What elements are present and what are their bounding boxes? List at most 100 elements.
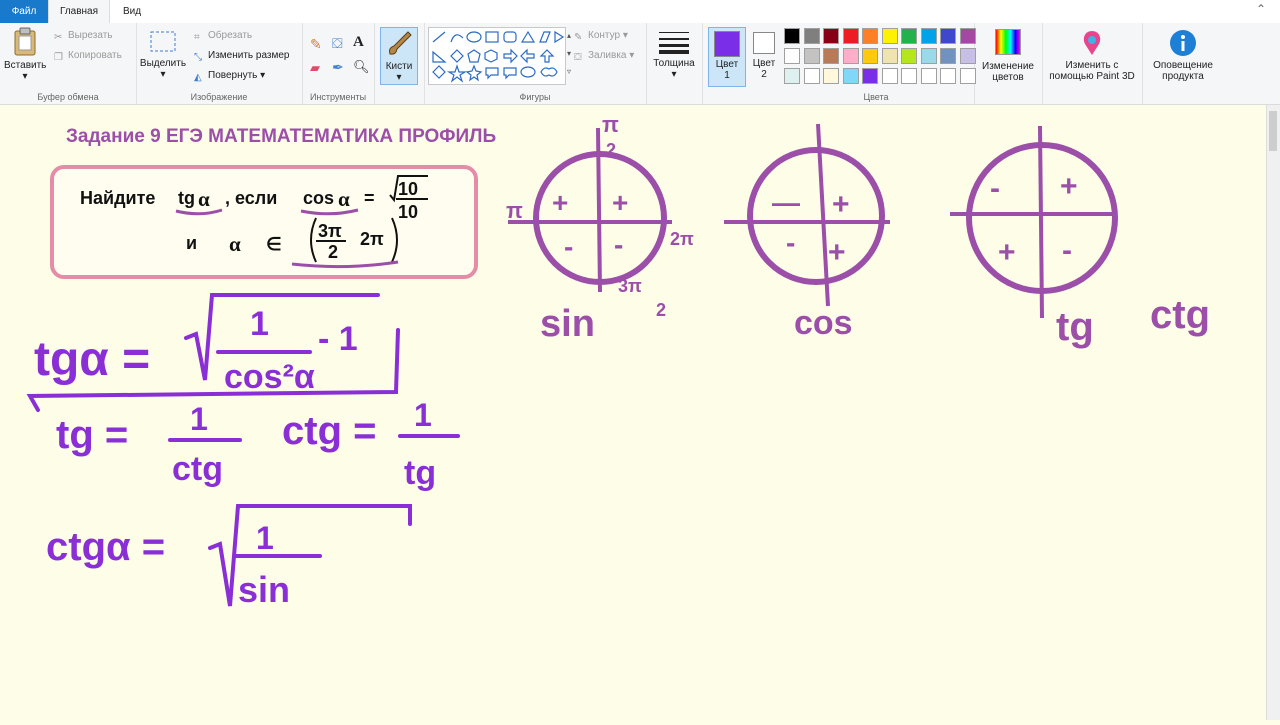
color-swatch[interactable] bbox=[842, 28, 859, 44]
task-if: , если bbox=[225, 188, 277, 208]
group-label-tools: Инструменты bbox=[309, 92, 367, 102]
sin-bottom-den: 2 bbox=[656, 300, 666, 320]
outline-button[interactable]: ✎ Контур ▾ bbox=[574, 30, 628, 43]
tab-file[interactable]: Файл bbox=[0, 0, 48, 23]
cos-q3: - bbox=[786, 227, 795, 258]
pencil-icon[interactable]: ✎ bbox=[310, 36, 322, 53]
resize-button[interactable]: ⤡ Изменить размер bbox=[194, 50, 289, 63]
brushes-button[interactable]: Кисти ▾ bbox=[380, 27, 418, 85]
color-swatch[interactable] bbox=[823, 48, 839, 64]
color-swatch[interactable] bbox=[784, 28, 800, 44]
task-in: ∈ bbox=[266, 234, 282, 254]
group-clipboard: Вставить ▾ ✂ Вырезать ❐ Копировать Буфер об… bbox=[0, 23, 137, 104]
group-image: Выделить ▾ ⌗ Обрезать ⤡ Изменить размер ◭ По… bbox=[136, 23, 303, 104]
shapes-gallery[interactable] bbox=[428, 27, 566, 85]
color-swatch[interactable] bbox=[920, 28, 937, 44]
color-swatch[interactable] bbox=[881, 28, 898, 44]
fill-icon: ⛋ bbox=[574, 52, 582, 63]
sin-top: π bbox=[602, 112, 619, 137]
select-button[interactable]: Выделить ▾ bbox=[138, 29, 188, 80]
task-eq: = bbox=[364, 188, 375, 208]
tg-q4: - bbox=[1062, 234, 1072, 267]
color-swatch[interactable] bbox=[901, 28, 917, 44]
color-swatch[interactable] bbox=[803, 68, 820, 84]
paste-button[interactable]: Вставить ▾ bbox=[4, 27, 46, 82]
color-swatch[interactable] bbox=[901, 48, 917, 64]
color-swatch[interactable] bbox=[803, 48, 820, 64]
color1-label: Цвет bbox=[715, 59, 739, 70]
color-swatch[interactable] bbox=[920, 48, 937, 64]
color-swatch[interactable] bbox=[803, 28, 820, 44]
color-swatch[interactable] bbox=[901, 68, 917, 84]
ribbon: Вставить ▾ ✂ Вырезать ❐ Копировать Буфер об… bbox=[0, 23, 1280, 105]
paint3d-icon bbox=[1083, 31, 1101, 55]
outline-icon: ✎ bbox=[574, 32, 583, 43]
chevron-down-icon: ▾ bbox=[160, 69, 166, 80]
info-icon bbox=[1170, 30, 1196, 56]
heading-text: Задание 9 ЕГЭ МАТЕМАТЕМАТИКА ПРОФИЛЬ bbox=[66, 126, 496, 147]
magnifier-icon[interactable]: 🔍︎ bbox=[353, 59, 370, 75]
formula1-minus: - 1 bbox=[318, 320, 358, 358]
task-num: 10 bbox=[398, 179, 418, 199]
color-swatch[interactable] bbox=[784, 68, 800, 84]
formula3-den: tg bbox=[404, 454, 436, 492]
color-swatch[interactable] bbox=[823, 28, 839, 44]
paint3d-button[interactable]: Изменить с помощью Paint 3D bbox=[1046, 29, 1138, 82]
color-swatch[interactable] bbox=[862, 28, 878, 44]
color1-button[interactable]: Цвет 1 bbox=[708, 27, 746, 87]
tab-view[interactable]: Вид bbox=[115, 0, 149, 23]
color2-label: Цвет bbox=[752, 58, 776, 69]
text-tool-icon[interactable]: A bbox=[353, 34, 364, 51]
color-picker-icon[interactable]: ✒ bbox=[332, 59, 344, 76]
scissors-icon: ✂ bbox=[54, 32, 63, 43]
cos-q1: + bbox=[832, 188, 850, 221]
formula3-num: 1 bbox=[414, 397, 432, 433]
shapes-scroll[interactable]: ▴ ▾ ▿ bbox=[565, 27, 573, 83]
tg-q3: + bbox=[998, 236, 1016, 269]
color-swatch[interactable] bbox=[823, 68, 839, 84]
color-swatch[interactable] bbox=[940, 48, 956, 64]
color-swatch[interactable] bbox=[940, 28, 956, 44]
color-swatch[interactable] bbox=[862, 68, 878, 84]
task-alpha2: α bbox=[338, 187, 350, 211]
vertical-scrollbar[interactable] bbox=[1266, 105, 1280, 720]
paint3d-line2: помощью Paint 3D bbox=[1049, 71, 1135, 82]
drawing-canvas[interactable]: Задание 9 ЕГЭ МАТЕМАТЕМАТИКА ПРОФИЛЬ Най… bbox=[0, 105, 1267, 720]
tab-home[interactable]: Главная bbox=[48, 0, 110, 24]
color-swatch[interactable] bbox=[881, 48, 898, 64]
color-swatch[interactable] bbox=[842, 48, 859, 64]
edit-colors-button[interactable]: Изменение цветов bbox=[976, 29, 1040, 83]
chevron-down-icon: ▾ bbox=[22, 71, 28, 82]
cos-q4: + bbox=[828, 236, 846, 269]
cut-button[interactable]: ✂ Вырезать bbox=[54, 30, 112, 43]
formula1-lhs: tgα = bbox=[34, 333, 150, 386]
ribbon-tabs: Файл Главная Вид ⌃ bbox=[0, 0, 1280, 24]
group-label-colors: Цвета bbox=[863, 92, 889, 102]
scrollbar-thumb[interactable] bbox=[1269, 111, 1277, 151]
color-swatch[interactable] bbox=[862, 48, 878, 64]
color-swatch[interactable] bbox=[842, 68, 859, 84]
color-swatch[interactable] bbox=[881, 68, 898, 84]
brushes-label: Кисти bbox=[385, 61, 413, 72]
chevron-down-icon: ▾ bbox=[671, 69, 677, 80]
unit-circle-sin: π 2 π 2π 3π 2 + + - - sin bbox=[506, 112, 694, 345]
cos-q2: — bbox=[772, 187, 800, 218]
color2-button[interactable]: Цвет 2 bbox=[746, 27, 782, 85]
canvas-drawing: Задание 9 ЕГЭ МАТЕМАТЕМАТИКА ПРОФИЛЬ Най… bbox=[26, 112, 1210, 610]
eraser-icon[interactable]: ▰ bbox=[310, 60, 320, 76]
size-label: Толщина bbox=[653, 58, 695, 69]
color-swatch[interactable] bbox=[920, 68, 937, 84]
color-swatch[interactable] bbox=[784, 48, 800, 64]
rotate-label: Повернуть bbox=[208, 70, 258, 81]
color-swatch[interactable] bbox=[940, 68, 956, 84]
fill-button[interactable]: ⛋ Заливка ▾ bbox=[574, 50, 634, 63]
size-button[interactable]: Толщина ▾ bbox=[650, 29, 698, 80]
paste-label: Вставить bbox=[4, 60, 47, 71]
crop-button[interactable]: ⌗ Обрезать bbox=[194, 30, 252, 43]
collapse-ribbon-icon[interactable]: ⌃ bbox=[1256, 2, 1266, 16]
product-alert-button[interactable]: Оповещение продукта bbox=[1146, 29, 1220, 82]
copy-button[interactable]: ❐ Копировать bbox=[54, 50, 122, 63]
sin-q2: + bbox=[552, 187, 568, 218]
rotate-button[interactable]: ◭ Повернуть ▾ bbox=[194, 70, 265, 83]
fill-bucket-icon[interactable]: ⛋ bbox=[332, 35, 343, 52]
